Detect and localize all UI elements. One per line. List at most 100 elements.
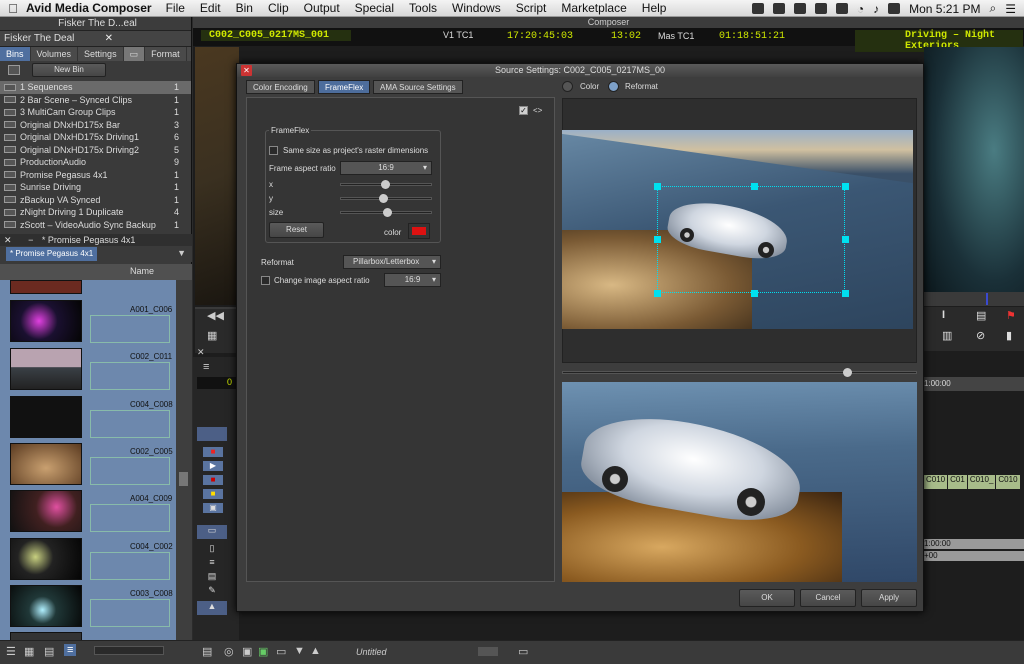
ok-button[interactable]: OK [739,589,795,607]
clip-thumbnail[interactable] [10,490,82,532]
list-item[interactable]: 2 Bar Scene – Synced Clips 1 [0,94,191,107]
bluetooth-icon[interactable] [835,3,848,14]
slider-knob[interactable] [379,194,388,203]
clock[interactable]: Mon 5:21 PM [909,2,980,16]
x-slider[interactable] [340,180,432,189]
camera-icon[interactable] [814,3,827,14]
menu-help[interactable]: Help [642,1,667,15]
timeline-ruler[interactable]: 1:00:00 [924,377,1024,391]
list-item[interactable]: Original DNxHD175x Bar 3 [0,119,191,132]
scrollbar[interactable] [176,280,192,648]
storyboard-icon[interactable]: ≡ [64,644,77,656]
sequence-tab[interactable]: Untitled [356,647,387,657]
change-aspect-dropdown[interactable]: 16:9 [384,273,441,287]
new-bin-button[interactable]: New Bin [32,63,106,77]
result-preview-image[interactable] [562,382,917,582]
scroll-thumb[interactable] [478,647,498,656]
clip-frame[interactable] [90,457,170,485]
enable-checkbox[interactable]: ✓ [519,106,528,115]
clip-frame[interactable] [90,599,170,627]
source-monitor[interactable] [195,47,239,305]
resize-handle[interactable] [751,183,758,190]
audio-icon[interactable]: ≡ [197,557,227,571]
battery-icon[interactable] [888,3,901,14]
monitor-icon[interactable]: ▣ [242,645,252,658]
resize-handle[interactable] [751,290,758,297]
timeline-clip[interactable]: C010 [996,475,1020,489]
clip-thumbnail[interactable] [10,585,82,627]
resize-handle[interactable] [654,236,661,243]
panel-icon[interactable]: ▥ [942,329,952,342]
script-view-icon[interactable]: ▤ [44,645,54,658]
slider-knob[interactable] [383,208,392,217]
menu-file[interactable]: File [166,1,185,15]
dropdown-icon[interactable]: ▼ [177,248,186,258]
link-icon[interactable]: ▭ [276,645,286,658]
clip-frame[interactable] [90,362,170,390]
resize-handle[interactable] [654,183,661,190]
change-aspect-checkbox[interactable] [261,276,270,285]
dropbox-icon[interactable] [772,3,785,14]
preview-slider[interactable] [562,368,917,377]
splice-icon[interactable]: ▶ [203,461,223,471]
cancel-button[interactable]: Cancel [800,589,856,607]
tab-info-icon[interactable]: ▭ [123,47,146,61]
list-view-icon[interactable]: ☰ [6,645,16,658]
timeline-clip[interactable]: C010 [924,475,948,489]
menu-marketplace[interactable]: Marketplace [561,1,626,15]
clip-thumbnail[interactable] [10,396,82,438]
app-menu[interactable]: Avid Media Composer [26,1,152,15]
source-preview-image[interactable] [562,130,913,329]
clip-frame[interactable] [90,504,170,532]
status-icon[interactable] [751,3,764,14]
preview-slider-knob[interactable] [843,368,852,377]
volume-icon[interactable]: ♪ [873,2,879,16]
tab-color-encoding[interactable]: Color Encoding [246,80,315,94]
menu-windows[interactable]: Windows [452,1,501,15]
size-slider[interactable] [340,208,432,217]
up-icon[interactable]: ▲ [310,645,321,657]
scroll-thumb[interactable] [179,472,188,486]
minus-icon[interactable]: − [28,235,33,245]
list-item[interactable]: 3 MultiCam Group Clips 1 [0,106,191,119]
timeline-menu-icon[interactable]: ▤ [202,645,212,658]
clip-thumbnail[interactable] [10,348,82,390]
pencil-icon[interactable]: ✎ [197,585,227,599]
track-monitor-icon[interactable] [197,427,227,441]
toggle-label[interactable]: <> [533,106,542,115]
mark-yellow-icon[interactable]: ■ [203,489,223,499]
list-item[interactable]: Original DNxHD175x Driving1 6 [0,131,191,144]
list-item[interactable]: zScott – VideoAudio Sync Backup 1 [0,219,191,232]
slider-knob[interactable] [381,180,390,189]
timeline-tc-track2[interactable]: +00 [924,551,1024,561]
zoom-out-icon[interactable]: ▭ [518,645,528,658]
menu-script[interactable]: Script [516,1,547,15]
apply-button[interactable]: Apply [861,589,917,607]
master-tc-label[interactable]: Mas TC1 [658,31,694,41]
no-icon[interactable]: ⊘ [976,329,985,342]
timeline-tc-track[interactable]: 1:00:00 [924,539,1024,549]
zoom-icon[interactable]: ▲ [197,601,227,615]
list-item[interactable]: 1 Sequences 1 [0,81,191,94]
close-icon[interactable]: ✕ [105,31,113,47]
tab-ama-source-settings[interactable]: AMA Source Settings [373,80,463,94]
segment-icon[interactable]: ▯ [197,543,227,557]
tab-frameflex[interactable]: FrameFlex [318,80,371,94]
apple-icon[interactable]:  [0,1,26,16]
overwrite-icon[interactable]: ■ [203,475,223,485]
tab-settings[interactable]: Settings [78,47,124,61]
record-monitor[interactable] [924,47,1024,305]
close-icon[interactable]: ✕ [197,347,205,358]
close-icon[interactable]: ✕ [241,65,252,76]
search-icon[interactable]: ⌕ [990,1,997,16]
evernote-icon[interactable] [793,3,806,14]
step-back-icon[interactable]: ◀◀ [207,309,224,322]
wifi-icon[interactable]: ◔ [857,2,864,16]
same-size-checkbox[interactable] [269,146,278,155]
menu-special[interactable]: Special [355,1,394,15]
frame-aspect-dropdown[interactable]: 16:9 [340,161,432,175]
tab-promise-pegasus[interactable]: * Promise Pegasus 4x1 [6,247,98,261]
clip-thumbnail[interactable] [10,280,82,294]
tc-track-label[interactable]: V1 TC1 [443,30,473,40]
grid-icon[interactable]: ▦ [207,329,217,342]
